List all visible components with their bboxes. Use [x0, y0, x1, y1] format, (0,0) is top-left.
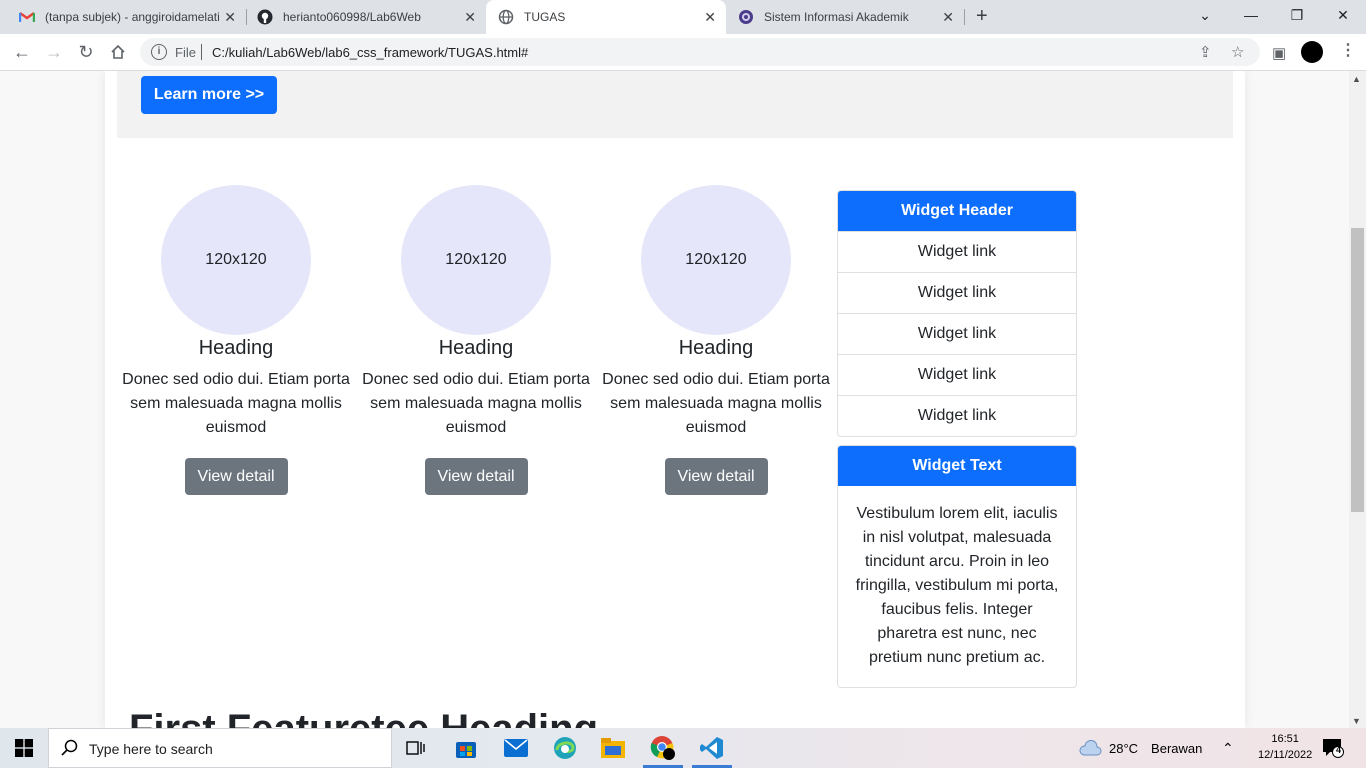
widget-links-panel: Widget Header Widget link Widget link Wi…: [837, 190, 1077, 437]
scroll-down-arrow-icon[interactable]: ▼: [1352, 716, 1361, 726]
widget-text-panel: Widget Text Vestibulum lorem elit, iacul…: [837, 445, 1077, 688]
windows-taskbar: Type here to search 28°C Berawan ⌃ 16:51…: [0, 728, 1366, 768]
widget-body-text: Vestibulum lorem elit, iaculis in nisl v…: [855, 505, 1059, 666]
page-scrollbar[interactable]: ▲ ▼: [1349, 71, 1366, 728]
learn-more-button[interactable]: Learn more >>: [141, 76, 277, 114]
search-placeholder: Type here to search: [89, 741, 213, 757]
weather-condition: Berawan: [1151, 740, 1203, 756]
clock-date: 12/11/2022: [1258, 749, 1313, 761]
placeholder-image: 120x120: [161, 185, 311, 335]
browser-toolbar: ← → ↻ i File C:/kuliah/Lab6Web/lab6_css_…: [0, 34, 1366, 71]
forward-arrow-icon[interactable]: →: [42, 41, 66, 63]
mail-icon[interactable]: [492, 728, 540, 768]
github-icon: [257, 9, 273, 25]
menu-kebab-icon[interactable]: ⋮: [1340, 40, 1356, 60]
tab-search-chevron-icon[interactable]: ⌄: [1182, 0, 1228, 30]
bookmark-star-icon[interactable]: ☆: [1231, 43, 1244, 61]
url-text[interactable]: C:/kuliah/Lab6Web/lab6_css_framework/TUG…: [212, 45, 528, 60]
image-label: 120x120: [685, 251, 747, 268]
card-text: Donec sed odio dui. Etiam porta sem male…: [602, 371, 830, 436]
back-arrow-icon[interactable]: ←: [10, 41, 34, 63]
card-text: Donec sed odio dui. Etiam porta sem male…: [362, 371, 590, 436]
search-icon: [61, 739, 78, 756]
notification-icon[interactable]: 4: [1322, 728, 1344, 768]
widget-header: Widget Text: [838, 446, 1076, 486]
page-container: Learn more >> 120x120 Heading Donec sed …: [105, 71, 1245, 728]
close-icon[interactable]: ✕: [942, 9, 954, 26]
file-explorer-icon[interactable]: [589, 728, 637, 768]
microsoft-store-icon[interactable]: [442, 728, 490, 768]
browser-tab-strip: (tanpa subjek) - anggiroidamelati ✕ heri…: [0, 0, 1366, 34]
image-label: 120x120: [445, 251, 507, 268]
clock-time: 16:51: [1271, 733, 1299, 745]
close-icon[interactable]: ✕: [464, 9, 476, 26]
vscode-icon[interactable]: [688, 728, 736, 768]
tab-title: TUGAS: [524, 10, 566, 24]
notification-count: 4: [1336, 745, 1342, 755]
tab-title: herianto060998/Lab6Web: [283, 10, 421, 24]
page-viewport: Learn more >> 120x120 Heading Donec sed …: [0, 71, 1349, 728]
widget-link[interactable]: Widget link: [838, 272, 1076, 313]
card-heading: Heading: [678, 337, 754, 359]
edge-icon[interactable]: [541, 728, 589, 768]
scrollbar-thumb[interactable]: [1351, 228, 1364, 512]
new-tab-plus-icon[interactable]: +: [976, 5, 988, 28]
university-icon: [738, 9, 754, 25]
window-close-icon[interactable]: ✕: [1320, 0, 1366, 30]
cloud-icon: [1079, 740, 1102, 756]
widget-link[interactable]: Widget link: [838, 395, 1076, 436]
close-icon[interactable]: ✕: [704, 9, 716, 26]
tab-gmail[interactable]: (tanpa subjek) - anggiroidamelati ✕: [0, 0, 246, 34]
image-label: 120x120: [205, 251, 267, 268]
windows-start-icon[interactable]: [0, 728, 48, 768]
tab-github[interactable]: herianto060998/Lab6Web ✕: [238, 0, 486, 34]
restore-icon[interactable]: ❐: [1274, 0, 1320, 30]
widget-link[interactable]: Widget link: [838, 231, 1076, 272]
placeholder-image: 120x120: [641, 185, 791, 335]
minimize-icon[interactable]: —: [1228, 0, 1274, 30]
weather-widget[interactable]: 28°C Berawan: [1078, 728, 1202, 768]
widget-header: Widget Header: [838, 191, 1076, 231]
address-divider: [201, 44, 202, 60]
info-icon[interactable]: i: [151, 44, 167, 60]
scheme-label: File: [175, 45, 196, 60]
card-heading: Heading: [438, 337, 514, 359]
close-icon[interactable]: ✕: [224, 9, 236, 26]
taskbar-search-box[interactable]: Type here to search: [48, 728, 392, 768]
globe-icon: [498, 9, 514, 25]
reload-icon[interactable]: ↻: [74, 41, 98, 63]
chevron-up-icon[interactable]: ⌃: [1222, 728, 1234, 768]
feature-card: 120x120 Heading Donec sed odio dui. Etia…: [361, 185, 591, 495]
tab-title: (tanpa subjek) - anggiroidamelati: [45, 10, 220, 24]
jumbotron: Learn more >>: [117, 71, 1233, 138]
feature-heading: First Featuretee Heading: [129, 707, 598, 728]
system-clock[interactable]: 16:51 12/11/2022: [1258, 731, 1312, 763]
placeholder-image: 120x120: [401, 185, 551, 335]
view-detail-button[interactable]: View detail: [424, 458, 528, 495]
address-bar[interactable]: i File C:/kuliah/Lab6Web/lab6_css_framew…: [140, 38, 1260, 66]
share-icon[interactable]: ⇪: [1199, 43, 1212, 61]
tab-akademik[interactable]: Sistem Informasi Akademik ✕: [726, 0, 964, 34]
feature-card: 120x120 Heading Donec sed odio dui. Etia…: [601, 185, 831, 495]
profile-avatar[interactable]: [1301, 41, 1323, 63]
view-detail-button[interactable]: View detail: [664, 458, 768, 495]
gmail-icon: [19, 9, 35, 25]
feature-card: 120x120 Heading Donec sed odio dui. Etia…: [121, 185, 351, 495]
tab-title: Sistem Informasi Akademik: [764, 10, 909, 24]
side-panel-icon[interactable]: ▣: [1272, 44, 1286, 62]
widget-link[interactable]: Widget link: [838, 313, 1076, 354]
card-heading: Heading: [198, 337, 274, 359]
home-icon[interactable]: [106, 41, 130, 63]
chrome-icon[interactable]: [639, 728, 687, 768]
scroll-up-arrow-icon[interactable]: ▲: [1352, 74, 1361, 84]
task-view-icon[interactable]: [392, 728, 440, 768]
card-text: Donec sed odio dui. Etiam porta sem male…: [122, 371, 350, 436]
view-detail-button[interactable]: View detail: [184, 458, 288, 495]
widget-link[interactable]: Widget link: [838, 354, 1076, 395]
tab-divider: [964, 9, 965, 25]
weather-temp: 28°C: [1109, 740, 1139, 756]
tab-tugas[interactable]: TUGAS ✕: [486, 0, 726, 34]
